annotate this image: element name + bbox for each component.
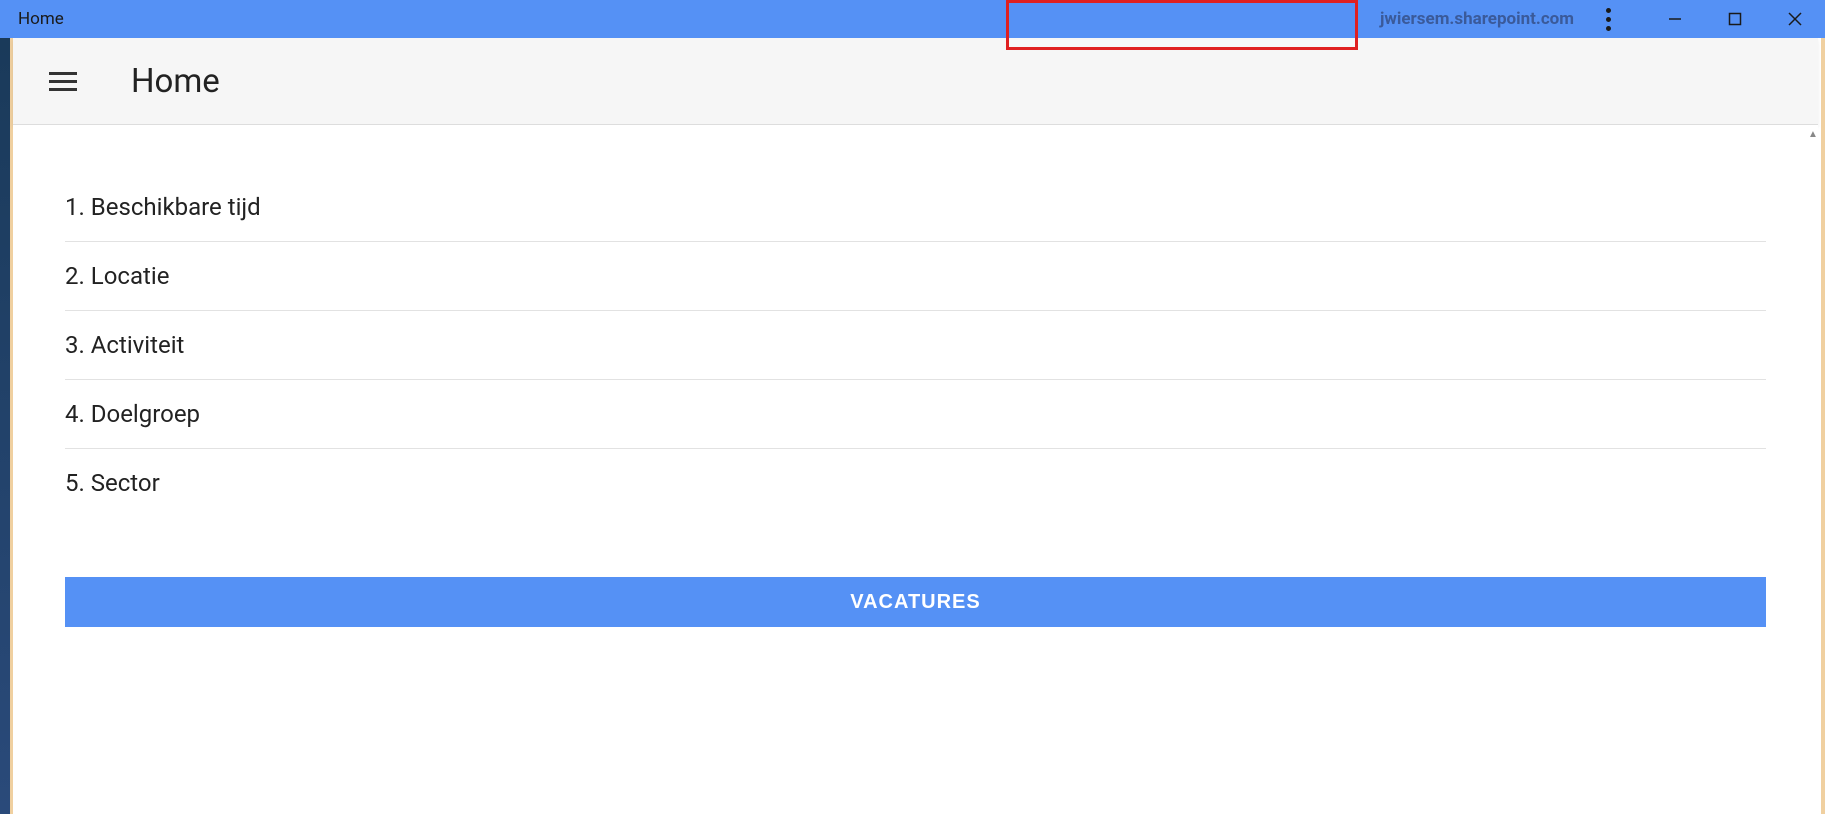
app-bar: Home bbox=[13, 38, 1818, 125]
titlebar-right-controls: jwiersem.sharepoint.com bbox=[1380, 0, 1825, 38]
list-item[interactable]: 5. Sector bbox=[65, 449, 1766, 517]
hamburger-menu-icon[interactable] bbox=[49, 72, 77, 91]
main-content: 1. Beschikbare tijd 2. Locatie 3. Activi… bbox=[13, 125, 1818, 814]
window-title: Home bbox=[18, 9, 64, 29]
window-controls bbox=[1645, 0, 1825, 38]
list-item[interactable]: 4. Doelgroep bbox=[65, 380, 1766, 449]
minimize-button[interactable] bbox=[1645, 0, 1705, 38]
page-title: Home bbox=[131, 62, 220, 101]
close-button[interactable] bbox=[1765, 0, 1825, 38]
url-display: jwiersem.sharepoint.com bbox=[1380, 9, 1574, 29]
left-decorative-edge bbox=[0, 38, 10, 814]
kebab-menu-icon[interactable] bbox=[1592, 8, 1625, 31]
maximize-button[interactable] bbox=[1705, 0, 1765, 38]
window-titlebar: Home jwiersem.sharepoint.com bbox=[0, 0, 1825, 38]
right-decorative-edge bbox=[1821, 38, 1825, 814]
list-item[interactable]: 3. Activiteit bbox=[65, 311, 1766, 380]
list-item[interactable]: 2. Locatie bbox=[65, 242, 1766, 311]
scroll-up-arrow-icon[interactable]: ▲ bbox=[1807, 128, 1819, 140]
list-item[interactable]: 1. Beschikbare tijd bbox=[65, 173, 1766, 242]
vacatures-button[interactable]: VACATURES bbox=[65, 577, 1766, 627]
